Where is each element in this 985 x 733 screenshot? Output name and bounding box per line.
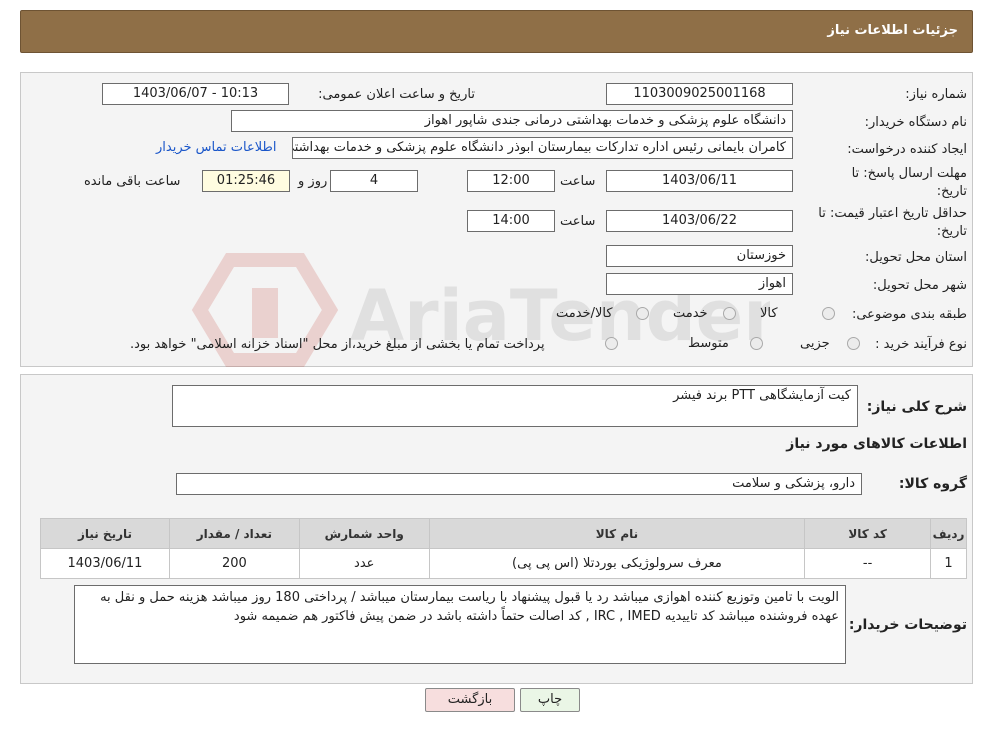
creator-label: ایجاد کننده درخواست: <box>847 142 967 157</box>
city-label: شهر محل تحویل: <box>872 278 967 293</box>
process-minor-radio[interactable] <box>847 337 860 350</box>
cell-unit: عدد <box>298 548 430 579</box>
summary-label: شرح کلی نیاز: <box>866 399 967 415</box>
deadline-date-field[interactable]: 1403/06/11 <box>606 170 793 192</box>
goods-table: ردیف کد کالا نام کالا واحد شمارش تعداد /… <box>40 518 967 579</box>
category-goods-label: کالا <box>760 306 778 321</box>
cell-need-date: 1403/06/11 <box>40 548 170 579</box>
creator-field[interactable]: کامران بایمانی رئیس اداره تدارکات بیمارس… <box>292 137 793 159</box>
process-label: نوع فرآیند خرید : <box>875 337 967 352</box>
summary-field[interactable]: کیت آزمایشگاهی PTT برند فیشر <box>172 385 858 427</box>
category-service-radio[interactable] <box>723 307 736 320</box>
min-validity-label-date: تاریخ: <box>936 224 967 239</box>
col-goods-name: نام کالا <box>428 518 806 549</box>
process-medium-label: متوسط <box>688 336 729 351</box>
process-treasury-checkbox[interactable] <box>605 337 618 350</box>
min-validity-date-field[interactable]: 1403/06/22 <box>606 210 793 232</box>
category-goods-radio[interactable] <box>822 307 835 320</box>
min-validity-label: حداقل تاریخ اعتبار قیمت: تا <box>818 206 967 221</box>
deadline-label: مهلت ارسال پاسخ: تا <box>851 166 967 181</box>
table-row[interactable]: 1 -- معرف سرولوژیکی بوردتلا (اس پی پی) ع… <box>40 548 967 579</box>
page-title: جزئیات اطلاعات نیاز <box>827 23 958 38</box>
print-button[interactable]: چاپ <box>520 688 580 712</box>
category-label: طبقه بندی موضوعی: <box>851 307 967 322</box>
col-goods-code: کد کالا <box>804 518 932 549</box>
cell-goods-name: معرف سرولوژیکی بوردتلا (اس پی پی) <box>428 548 806 579</box>
col-unit: واحد شمارش <box>298 518 430 549</box>
process-note: پرداخت تمام یا بخشی از مبلغ خرید،از محل … <box>130 337 545 352</box>
province-field[interactable]: خوزستان <box>606 245 793 267</box>
deadline-time-word: ساعت <box>560 174 596 189</box>
goods-group-field[interactable]: دارو، پزشکی و سلامت <box>176 473 862 495</box>
remaining-time-field: 01:25:46 <box>202 170 290 192</box>
category-goods-service-label: کالا/خدمت <box>556 306 613 321</box>
days-field[interactable]: 4 <box>330 170 418 192</box>
buyer-org-label: نام دستگاه خریدار: <box>864 115 967 130</box>
buyer-org-field[interactable]: دانشگاه علوم پزشکی و خدمات بهداشتی درمان… <box>231 110 793 132</box>
province-label: استان محل تحویل: <box>865 250 967 265</box>
page-header: جزئیات اطلاعات نیاز <box>20 10 973 53</box>
deadline-time-field[interactable]: 12:00 <box>467 170 555 192</box>
cell-quantity: 200 <box>168 548 300 579</box>
table-header-row: ردیف کد کالا نام کالا واحد شمارش تعداد /… <box>40 518 967 549</box>
remaining-word: ساعت باقی مانده <box>84 174 181 189</box>
col-need-date: تاریخ نیاز <box>40 518 170 549</box>
cell-row-number: 1 <box>930 548 967 579</box>
col-row-number: ردیف <box>930 518 967 549</box>
process-medium-radio[interactable] <box>750 337 763 350</box>
col-quantity: تعداد / مقدار <box>168 518 300 549</box>
need-number-label: شماره نیاز: <box>905 87 967 102</box>
city-field[interactable]: اهواز <box>606 273 793 295</box>
announce-label: تاریخ و ساعت اعلان عمومی: <box>318 87 475 102</box>
process-minor-label: جزیی <box>800 336 830 351</box>
days-word: روز و <box>298 174 328 189</box>
category-goods-service-radio[interactable] <box>636 307 649 320</box>
buyer-notes-label: توضیحات خریدار: <box>848 617 967 633</box>
goods-info-title: اطلاعات کالاهای مورد نیاز <box>786 436 967 452</box>
back-button[interactable]: بازگشت <box>425 688 515 712</box>
category-service-label: خدمت <box>673 306 708 321</box>
min-validity-time-word: ساعت <box>560 214 596 229</box>
announce-datetime-field[interactable]: 1403/06/07 - 10:13 <box>102 83 289 105</box>
cell-goods-code: -- <box>804 548 932 579</box>
deadline-label-date: تاریخ: <box>936 184 967 199</box>
buyer-notes-field[interactable]: الویت با تامین وتوزیع کننده اهوازی میباش… <box>74 585 846 664</box>
need-number-field[interactable]: 1103009025001168 <box>606 83 793 105</box>
min-validity-time-field[interactable]: 14:00 <box>467 210 555 232</box>
goods-group-label: گروه کالا: <box>898 476 967 492</box>
buyer-contact-link[interactable]: اطلاعات تماس خریدار <box>156 140 276 155</box>
